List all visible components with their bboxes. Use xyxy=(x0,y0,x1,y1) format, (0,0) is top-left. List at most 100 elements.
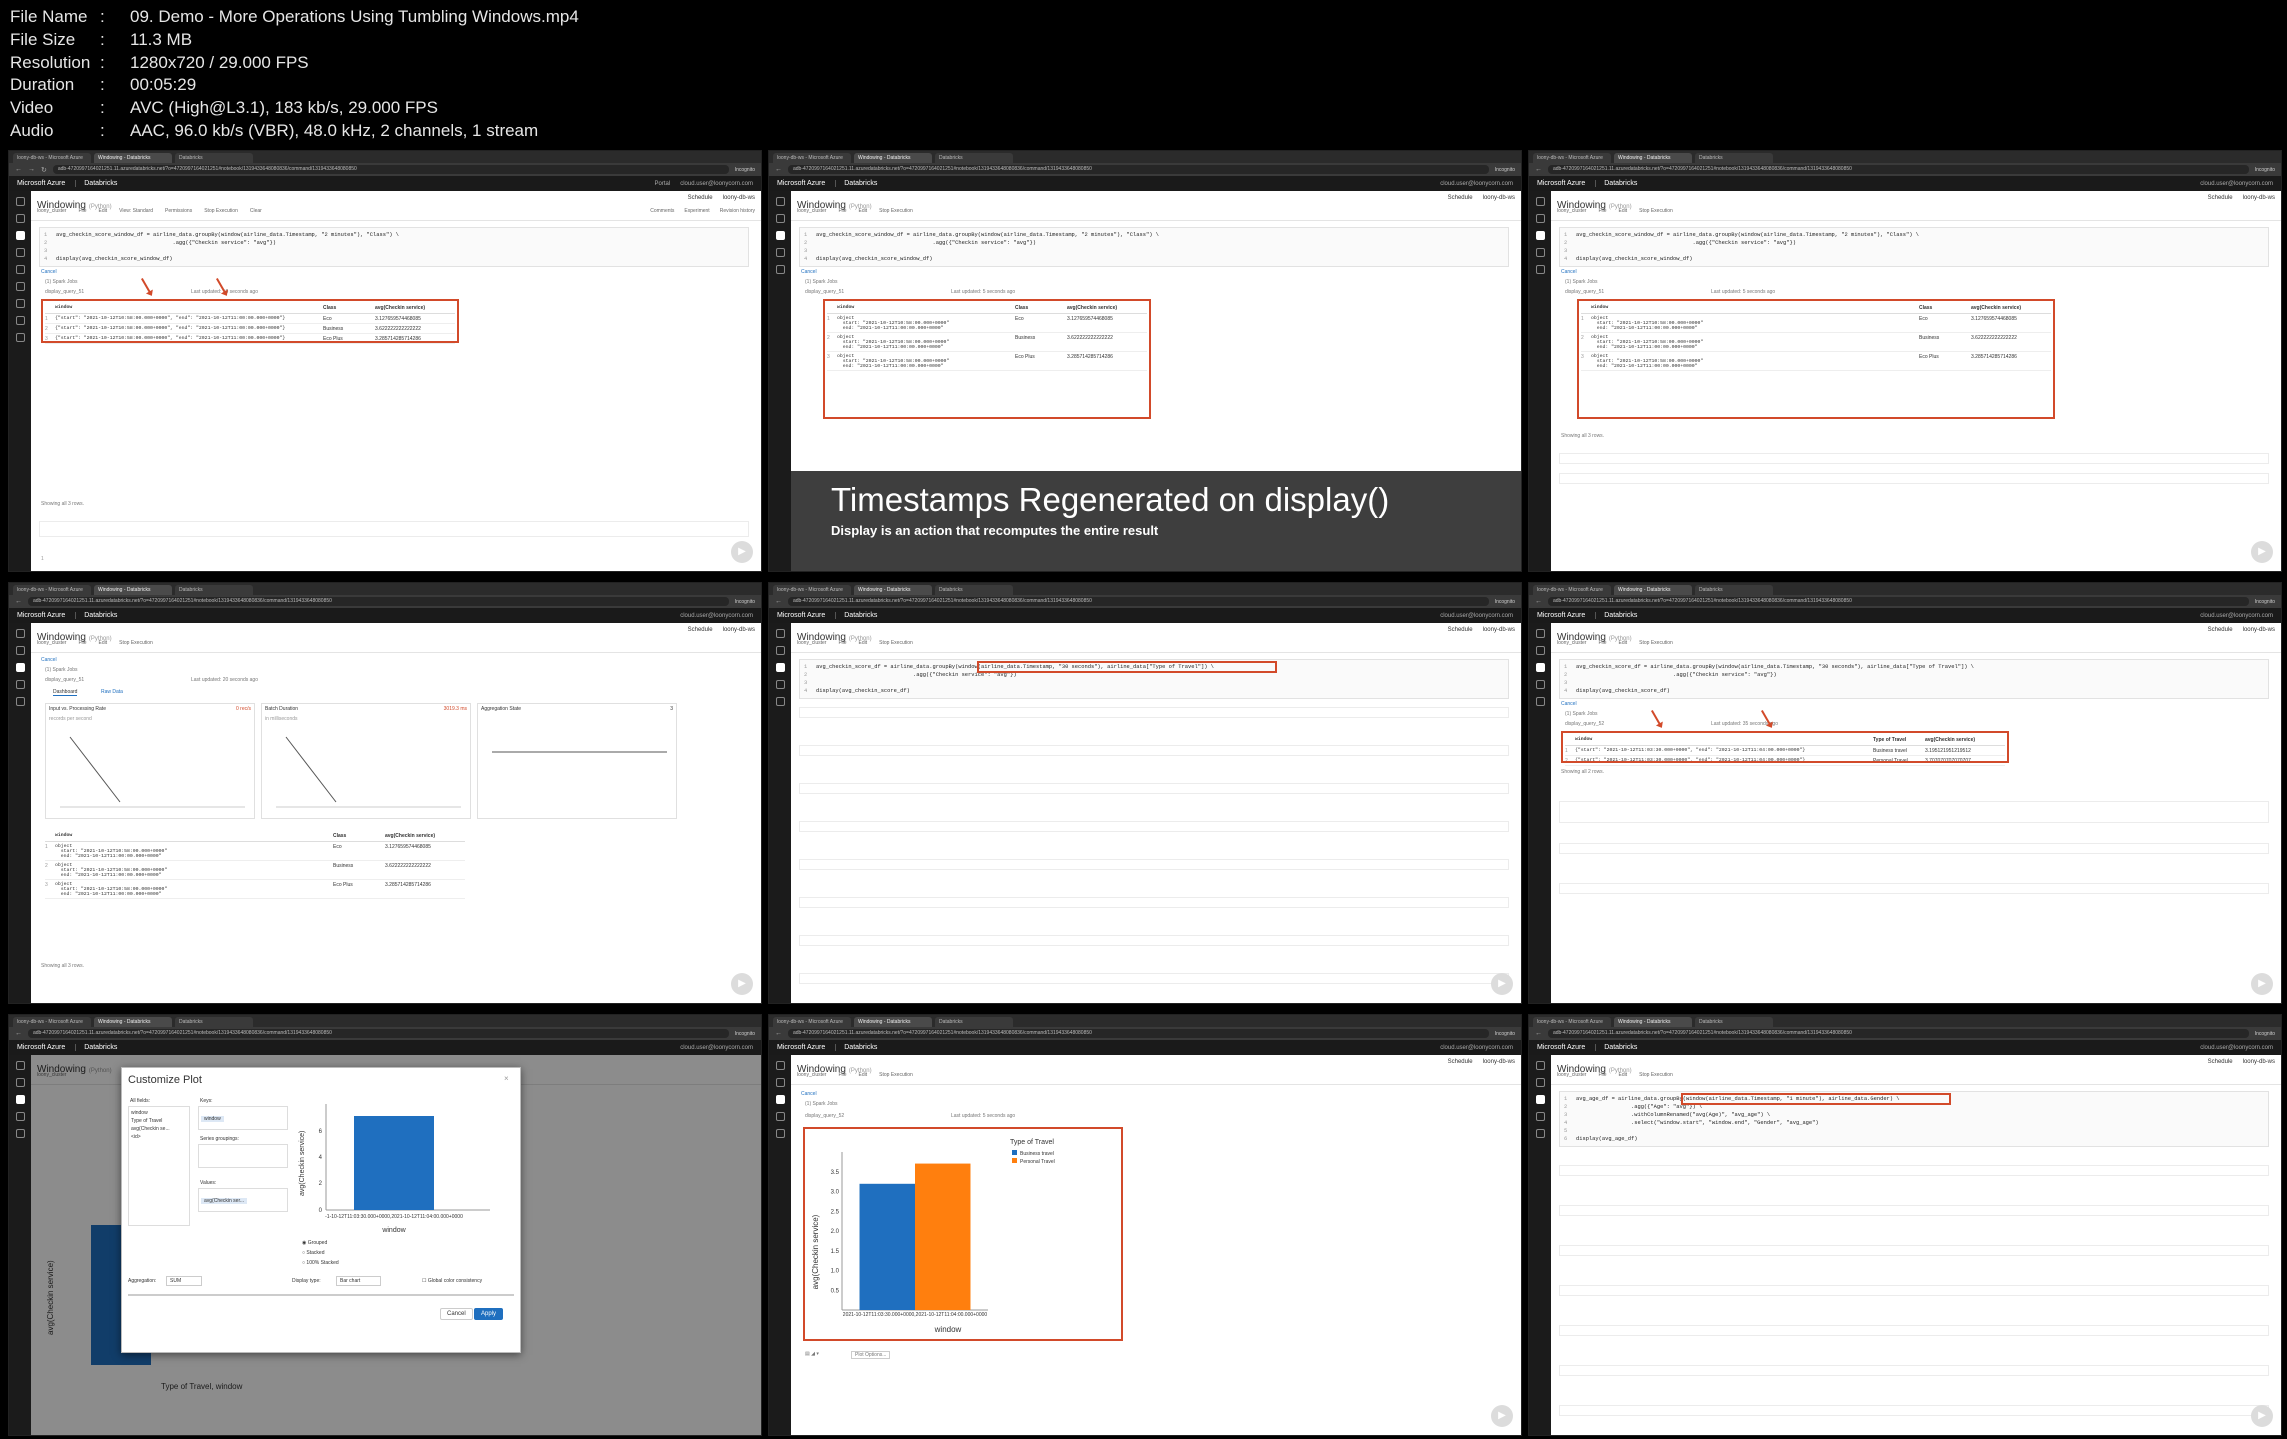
option-stacked[interactable]: ○ Stacked xyxy=(302,1248,339,1258)
close-icon[interactable]: × xyxy=(504,1074,509,1083)
play-icon[interactable]: ▶ xyxy=(2251,1405,2273,1427)
databricks-logo-icon[interactable] xyxy=(1535,1061,1545,1070)
workspace-icon[interactable] xyxy=(15,1095,25,1104)
menu-stop-execution[interactable]: Stop Execution xyxy=(204,208,238,214)
schedule-button[interactable]: Schedule xyxy=(688,195,713,201)
url-input[interactable]: adb-4720997164021251.11.azuredatabricks.… xyxy=(1548,1029,2249,1038)
play-icon[interactable]: ▶ xyxy=(2251,541,2273,563)
back-icon[interactable]: ← xyxy=(1535,598,1542,605)
empty-cell[interactable] xyxy=(1559,1405,2269,1416)
back-icon[interactable]: ← xyxy=(15,598,22,605)
plot-options-button[interactable]: Plot Options... xyxy=(851,1351,891,1359)
databricks-logo-icon[interactable] xyxy=(775,1061,785,1070)
browser-tab[interactable]: loony-db-ws - Microsoft Azure xyxy=(13,1017,91,1027)
back-icon[interactable]: ← xyxy=(775,166,782,173)
empty-cell[interactable] xyxy=(1559,453,2269,464)
chart-type-icon[interactable]: ▤ ◢ ▾ xyxy=(805,1351,819,1357)
empty-cell[interactable] xyxy=(799,859,1509,870)
databricks-logo-icon[interactable] xyxy=(15,197,25,206)
create-icon[interactable] xyxy=(1535,214,1545,223)
create-icon[interactable] xyxy=(775,646,785,655)
databricks-logo-icon[interactable] xyxy=(15,629,25,638)
empty-cell[interactable] xyxy=(1559,1285,2269,1296)
url-input[interactable]: adb-4720997164021251.11.azuredatabricks.… xyxy=(788,597,1489,606)
empty-cell[interactable] xyxy=(1559,1205,2269,1216)
workspace-icon[interactable] xyxy=(15,663,25,672)
back-icon[interactable]: ← xyxy=(15,166,22,173)
workspace-icon[interactable] xyxy=(775,663,785,672)
repos-icon[interactable] xyxy=(1535,1112,1545,1121)
databricks-logo-icon[interactable] xyxy=(15,1061,25,1070)
workspace-icon[interactable] xyxy=(775,1095,785,1104)
browser-tab[interactable]: Databricks xyxy=(1695,585,1773,595)
search-icon[interactable] xyxy=(15,697,25,706)
search-icon[interactable] xyxy=(15,1129,25,1138)
keys-chip[interactable]: window xyxy=(201,1116,224,1122)
play-icon[interactable]: ▶ xyxy=(731,541,753,563)
url-input[interactable]: adb-4720997164021251.11.azuredatabricks.… xyxy=(28,597,729,606)
series-dropzone[interactable] xyxy=(198,1144,288,1168)
browser-tab[interactable]: loony-db-ws - Microsoft Azure xyxy=(1533,153,1611,163)
play-icon[interactable]: ▶ xyxy=(2251,973,2273,995)
repos-icon[interactable] xyxy=(1535,248,1545,257)
databricks-logo-icon[interactable] xyxy=(1535,197,1545,206)
tab-raw-data[interactable]: Raw Data xyxy=(101,689,123,695)
browser-tab[interactable]: Databricks xyxy=(935,153,1013,163)
search-icon[interactable] xyxy=(1535,265,1545,274)
browser-tab[interactable]: Windowing - Databricks xyxy=(1614,153,1692,163)
back-icon[interactable]: ← xyxy=(15,1030,22,1037)
field-item[interactable]: <id> xyxy=(131,1133,187,1141)
apply-button[interactable]: Apply xyxy=(474,1308,504,1320)
keys-dropzone[interactable]: window xyxy=(198,1106,288,1130)
field-item[interactable]: window xyxy=(131,1109,187,1117)
workspace-icon[interactable] xyxy=(1535,1095,1545,1104)
browser-tab[interactable]: Windowing - Databricks xyxy=(94,585,172,595)
empty-cell[interactable] xyxy=(1559,473,2269,484)
repos-icon[interactable] xyxy=(775,680,785,689)
browser-tab[interactable]: loony-db-ws - Microsoft Azure xyxy=(13,585,91,595)
repos-icon[interactable] xyxy=(1535,680,1545,689)
url-input[interactable]: adb-4720997164021251.11.azuredatabricks.… xyxy=(788,1029,1489,1038)
browser-tab[interactable]: loony-db-ws - Microsoft Azure xyxy=(13,153,91,163)
browser-tab[interactable]: Databricks xyxy=(175,153,253,163)
url-input[interactable]: adb-4720997164021251.11.azuredatabricks.… xyxy=(52,165,729,174)
browser-tab[interactable]: Databricks xyxy=(935,1017,1013,1027)
search-icon[interactable] xyxy=(1535,1129,1545,1138)
user-email[interactable]: cloud.user@loonycorn.com xyxy=(680,181,753,187)
empty-cell[interactable] xyxy=(39,521,749,537)
databricks-logo-icon[interactable] xyxy=(775,197,785,206)
experiment-button[interactable]: Experiment xyxy=(684,208,709,214)
code-cell[interactable]: 1 avg_checkin_score_window_df = airline_d… xyxy=(799,227,1509,267)
jobs-icon[interactable] xyxy=(15,333,25,342)
compute-icon[interactable] xyxy=(15,316,25,325)
back-icon[interactable]: ← xyxy=(1535,166,1542,173)
url-input[interactable]: adb-4720997164021251.11.azuredatabricks.… xyxy=(28,1029,729,1038)
workspace-icon[interactable] xyxy=(15,231,25,240)
comments-button[interactable]: Comments xyxy=(650,208,674,214)
back-icon[interactable]: ← xyxy=(775,1030,782,1037)
play-icon[interactable]: ▶ xyxy=(1491,973,1513,995)
reload-icon[interactable]: ↻ xyxy=(41,166,47,174)
field-item[interactable]: Type of Travel xyxy=(131,1117,187,1125)
empty-cell[interactable] xyxy=(1559,883,2269,894)
create-icon[interactable] xyxy=(775,214,785,223)
play-icon[interactable]: ▶ xyxy=(1491,1405,1513,1427)
menu-edit[interactable]: Edit xyxy=(99,208,108,214)
databricks-logo-icon[interactable] xyxy=(775,629,785,638)
browser-tab[interactable]: Windowing - Databricks xyxy=(854,153,932,163)
databricks-brand[interactable]: Databricks xyxy=(75,180,117,187)
browser-tab[interactable]: Databricks xyxy=(935,585,1013,595)
url-input[interactable]: adb-4720997164021251.11.azuredatabricks.… xyxy=(788,165,1489,174)
empty-cell[interactable] xyxy=(1559,1165,2269,1176)
forward-icon[interactable]: → xyxy=(28,166,35,173)
browser-tab[interactable]: loony-db-ws - Microsoft Azure xyxy=(773,1017,851,1027)
create-icon[interactable] xyxy=(775,1078,785,1087)
recents-icon[interactable] xyxy=(15,265,25,274)
empty-cell[interactable] xyxy=(799,897,1509,908)
browser-tab[interactable]: Databricks xyxy=(1695,153,1773,163)
browser-tab[interactable]: loony-db-ws - Microsoft Azure xyxy=(773,585,851,595)
browser-tab[interactable]: loony-db-ws - Microsoft Azure xyxy=(1533,1017,1611,1027)
browser-tab[interactable]: Windowing - Databricks xyxy=(854,585,932,595)
create-icon[interactable] xyxy=(1535,1078,1545,1087)
repos-icon[interactable] xyxy=(775,1112,785,1121)
